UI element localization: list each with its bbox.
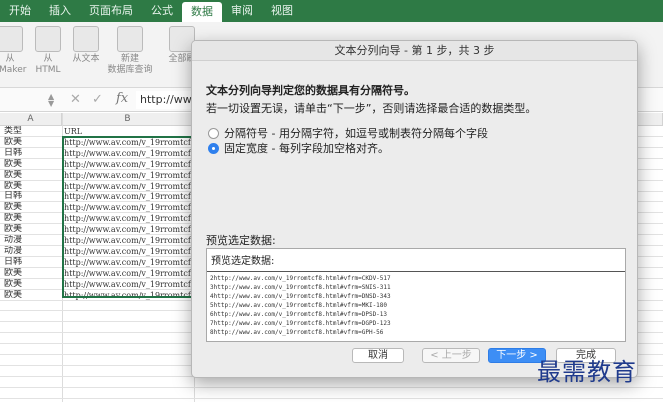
preview-line-text: http://www.av.com/v_19rromtcf8.html#vfrm… bbox=[213, 320, 391, 327]
tab-review[interactable]: 审阅 bbox=[222, 0, 262, 22]
fixed-width-option-label: 固定宽度 - 每列字段加空格对齐。 bbox=[224, 142, 389, 155]
new-database-query-label: 新建 数据库查询 bbox=[107, 54, 153, 75]
watermark: 最需教育 bbox=[537, 358, 637, 386]
cell-type[interactable]: 欧美 bbox=[4, 159, 62, 170]
table-row bbox=[0, 388, 663, 399]
cancel-formula-icon[interactable]: ✕ bbox=[70, 92, 81, 107]
dialog-title: 文本分列向导 - 第 1 步，共 3 步 bbox=[192, 41, 637, 61]
function-icon[interactable]: fx bbox=[116, 91, 128, 106]
cell-type[interactable]: 动漫 bbox=[4, 246, 62, 257]
cell-url[interactable]: URL bbox=[63, 126, 191, 137]
dialog-body: 文本分列向导判定您的数据具有分隔符号。 若一切设置无误，请单击“下一步”，否则请… bbox=[192, 62, 637, 377]
preview-line: 8http://www.av.com/v_19rromtcf8.html#vfr… bbox=[210, 329, 383, 337]
cell-type[interactable]: 欧美 bbox=[4, 268, 62, 279]
preview-line-text: http://www.av.com/v_19rromtcf8.html#vfrm… bbox=[213, 329, 384, 336]
cell-url[interactable]: http://www.av.com/v_19rromtcf8 bbox=[63, 290, 191, 301]
globe-icon bbox=[35, 26, 61, 52]
cell-type[interactable]: 欧美 bbox=[4, 224, 62, 235]
delimited-option-label: 分隔符号 - 用分隔字符，如逗号或制表符分隔每个字段 bbox=[224, 127, 488, 140]
column-header-a[interactable]: A bbox=[0, 113, 62, 126]
cell-type[interactable]: 欧美 bbox=[4, 137, 62, 148]
tab-insert[interactable]: 插入 bbox=[40, 0, 80, 22]
cell-url[interactable]: http://www.av.com/v_19rromtcf8 bbox=[63, 191, 191, 202]
cell-url[interactable]: http://www.av.com/v_19rromtcf8 bbox=[63, 170, 191, 181]
column-header-b[interactable]: B bbox=[62, 113, 194, 126]
confirm-formula-icon[interactable]: ✓ bbox=[92, 92, 103, 107]
query-icon bbox=[117, 26, 143, 52]
preview-line: 5http://www.av.com/v_19rromtcf8.html#vfr… bbox=[210, 302, 387, 310]
preview-line-text: http://www.av.com/v_19rromtcf8.html#vfrm… bbox=[213, 284, 391, 291]
from-text-label: 从文本 bbox=[72, 54, 100, 64]
text-file-icon bbox=[73, 26, 99, 52]
preview-line-text: http://www.av.com/v_19rromtcf8.html#vfrm… bbox=[213, 275, 391, 282]
radio-selected-icon[interactable] bbox=[208, 142, 219, 154]
preview-box[interactable]: 预览选定数据: 2http://www.av.com/v_19rromtcf8.… bbox=[206, 248, 626, 342]
cell-url[interactable]: http://www.av.com/v_19rromtcf8 bbox=[63, 137, 191, 148]
cell-url[interactable]: http://www.av.com/v_19rromtcf8 bbox=[63, 181, 191, 192]
cell-type[interactable]: 日韩 bbox=[4, 191, 62, 202]
preview-line: 4http://www.av.com/v_19rromtcf8.html#vfr… bbox=[210, 293, 391, 301]
cell-url[interactable]: http://www.av.com/v_19rromtcf8 bbox=[63, 246, 191, 257]
preview-label: 预览选定数据: bbox=[206, 234, 276, 247]
cell-type[interactable]: 欧美 bbox=[4, 181, 62, 192]
tab-home[interactable]: 开始 bbox=[0, 0, 40, 22]
preview-line: 6http://www.av.com/v_19rromtcf8.html#vfr… bbox=[210, 311, 387, 319]
cell-type[interactable]: 欧美 bbox=[4, 213, 62, 224]
preview-line-text: http://www.av.com/v_19rromtcf8.html#vfrm… bbox=[213, 293, 391, 300]
cell-type[interactable]: 日韩 bbox=[4, 148, 62, 159]
cell-url[interactable]: http://www.av.com/v_19rromtcf8 bbox=[63, 213, 191, 224]
tab-formulas[interactable]: 公式 bbox=[142, 0, 182, 22]
preview-divider bbox=[207, 271, 625, 272]
name-box-stepper-icon[interactable]: ▲ ▼ bbox=[48, 93, 54, 108]
cell-url[interactable]: http://www.av.com/v_19rromtcf8 bbox=[63, 159, 191, 170]
tab-data[interactable]: 数据 bbox=[182, 2, 222, 22]
tab-view[interactable]: 视图 bbox=[262, 0, 302, 22]
cell-type[interactable]: 类型 bbox=[4, 126, 62, 137]
radio-icon[interactable] bbox=[208, 127, 219, 139]
preview-box-title: 预览选定数据: bbox=[211, 256, 275, 267]
cell-url[interactable]: http://www.av.com/v_19rromtcf8 bbox=[63, 235, 191, 246]
cell-url[interactable]: http://www.av.com/v_19rromtcf8 bbox=[63, 257, 191, 268]
cell-url[interactable]: http://www.av.com/v_19rromtcf8 bbox=[63, 268, 191, 279]
cell-url[interactable]: http://www.av.com/v_19rromtcf8 bbox=[63, 148, 191, 159]
preview-line-text: http://www.av.com/v_19rromtcf8.html#vfrm… bbox=[213, 302, 388, 309]
database-icon bbox=[0, 26, 23, 52]
tab-page-layout[interactable]: 页面布局 bbox=[80, 0, 142, 22]
preview-line: 7http://www.av.com/v_19rromtcf8.html#vfr… bbox=[210, 320, 391, 328]
dialog-heading: 文本分列向导判定您的数据具有分隔符号。 bbox=[206, 84, 415, 97]
delimited-option[interactable]: 分隔符号 - 用分隔字符，如逗号或制表符分隔每个字段 bbox=[208, 126, 488, 140]
cell-type[interactable]: 欧美 bbox=[4, 170, 62, 181]
cell-url[interactable]: http://www.av.com/v_19rromtcf8 bbox=[63, 202, 191, 213]
ribbon-tab-bar: 开始 插入 页面布局 公式 数据 审阅 视图 bbox=[0, 0, 663, 22]
preview-line: 3http://www.av.com/v_19rromtcf8.html#vfr… bbox=[210, 284, 391, 292]
from-html-label: 从 HTML bbox=[35, 54, 61, 75]
from-text-button[interactable]: 从文本 bbox=[64, 26, 108, 65]
dialog-instruction: 若一切设置无误，请单击“下一步”，否则请选择最合适的数据类型。 bbox=[206, 102, 537, 115]
from-filemaker-label: 从 aMaker bbox=[0, 54, 27, 75]
preview-line: 2http://www.av.com/v_19rromtcf8.html#vfr… bbox=[210, 275, 391, 283]
cell-type[interactable]: 动漫 bbox=[4, 235, 62, 246]
new-database-query-button[interactable]: 新建 数据库查询 bbox=[107, 26, 153, 76]
cancel-button[interactable]: 取消 bbox=[352, 348, 404, 363]
cell-type[interactable]: 日韩 bbox=[4, 257, 62, 268]
fixed-width-option[interactable]: 固定宽度 - 每列字段加空格对齐。 bbox=[208, 141, 389, 155]
cell-url[interactable]: http://www.av.com/v_19rromtcf8 bbox=[63, 224, 191, 235]
cell-type[interactable]: 欧美 bbox=[4, 202, 62, 213]
cell-type[interactable]: 欧美 bbox=[4, 279, 62, 290]
cell-type[interactable]: 欧美 bbox=[4, 290, 62, 301]
cell-url[interactable]: http://www.av.com/v_19rromtcf8 bbox=[63, 279, 191, 290]
text-import-wizard-dialog: 文本分列向导 - 第 1 步，共 3 步 文本分列向导判定您的数据具有分隔符号。… bbox=[191, 40, 638, 378]
back-button[interactable]: < 上一步 bbox=[422, 348, 480, 363]
preview-line-text: http://www.av.com/v_19rromtcf8.html#vfrm… bbox=[213, 311, 388, 318]
